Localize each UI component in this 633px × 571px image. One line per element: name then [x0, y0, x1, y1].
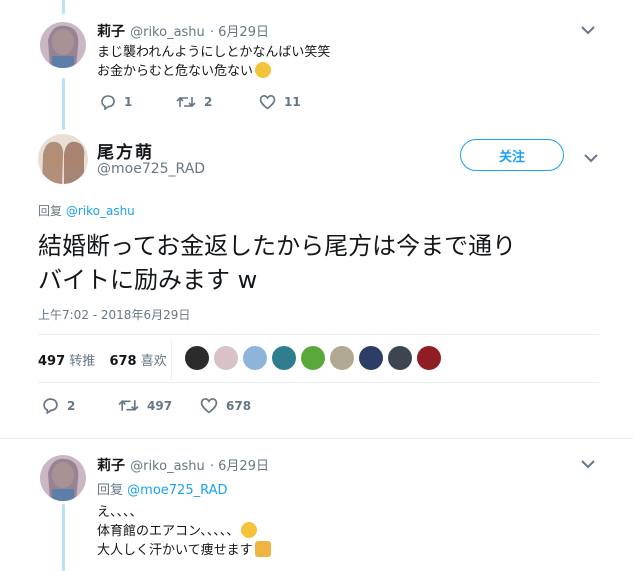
user-name[interactable]: 莉子 — [97, 458, 125, 474]
tweet-text-line: お金からむと危ない危ない — [97, 62, 330, 81]
reply-to-context: 回复 @riko_ashu — [38, 202, 135, 219]
tweet-text-line: 結婚断ってお金返したから尾方は今まで通り — [38, 232, 517, 260]
reply-to-label: 回复 — [38, 204, 63, 218]
heart-icon — [200, 398, 218, 414]
avatar-image — [40, 455, 86, 501]
engager-avatar[interactable] — [185, 346, 209, 370]
retweet-stat-label: 转推 — [69, 354, 96, 369]
user-handle[interactable]: @riko_ashu — [130, 459, 205, 474]
tweet-date[interactable]: · 6月29日 — [210, 459, 269, 474]
reply-button[interactable]: 2 — [42, 397, 75, 414]
tweet-text-line: 体育館のエアコン、、、、、 — [97, 522, 271, 541]
tweet-timestamp[interactable]: 上午7:02 - 2018年6月29日 — [38, 306, 190, 323]
like-stat[interactable]: 678 喜欢 — [109, 354, 166, 369]
thread-line-top — [62, 0, 65, 14]
main-tweet-text: 結婚断ってお金返したから尾方は今まで通り バイトに励みます w — [38, 229, 516, 297]
reply-icon — [101, 95, 115, 110]
engager-avatar[interactable] — [330, 346, 354, 370]
heart-icon — [259, 94, 276, 110]
sad-sweat-face-emoji — [241, 522, 258, 538]
reply-button[interactable]: 1 — [100, 94, 132, 110]
retweet-icon — [176, 96, 196, 108]
main-user-name[interactable]: 尾方萌 — [97, 138, 154, 163]
engager-avatar[interactable] — [388, 346, 412, 370]
avatar[interactable] — [40, 455, 86, 501]
reply-to-label: 回复 — [97, 483, 124, 498]
thread-line-3 — [62, 504, 65, 571]
engager-avatar[interactable] — [243, 346, 267, 370]
tweet-text-line: まじ襲われんようにしとかなんばい笑笑 — [97, 45, 331, 60]
tweet-text-line: 大人しく汗かいて痩せます — [97, 541, 271, 560]
user-handle[interactable]: @riko_ashu — [130, 25, 205, 40]
grimacing-face-emoji — [255, 62, 272, 78]
avatar-image — [38, 134, 88, 184]
divider — [38, 334, 598, 335]
people-emoji — [254, 541, 271, 557]
retweet-stat-count: 497 — [38, 354, 66, 369]
follow-button[interactable]: 关注 — [460, 139, 564, 171]
avatar-image — [40, 22, 86, 68]
like-stat-count: 678 — [109, 354, 137, 369]
tweet1-text: まじ襲われんようにしとかなんばい笑笑 お金からむと危ない危ない — [97, 44, 330, 81]
tweet-date[interactable]: · 6月29日 — [210, 25, 269, 40]
like-count: 678 — [226, 398, 252, 413]
chevron-down-icon[interactable] — [583, 153, 599, 163]
divider — [0, 438, 633, 439]
engager-avatar[interactable] — [417, 346, 441, 370]
tweet-text-line: え、、、、 — [97, 505, 143, 520]
engager-avatar[interactable] — [359, 346, 383, 370]
tweet3-header: 莉子 @riko_ashu · 6月29日 — [97, 455, 269, 475]
reply-to-handle[interactable]: @riko_ashu — [66, 204, 135, 218]
reply-to-handle[interactable]: @moe725_RAD — [127, 483, 227, 498]
reply-count: 1 — [124, 95, 133, 109]
stats-separator — [171, 340, 172, 380]
tweet3-text: え、、、、 体育館のエアコン、、、、、 大人しく汗かいて痩せます — [97, 503, 271, 560]
like-count: 11 — [284, 95, 301, 109]
avatar[interactable] — [40, 22, 86, 68]
chevron-down-icon[interactable] — [580, 459, 596, 469]
retweet-count: 497 — [147, 398, 173, 413]
retweet-icon — [118, 400, 139, 411]
main-user-handle[interactable]: @moe725_RAD — [97, 161, 205, 177]
retweet-count: 2 — [204, 95, 213, 109]
user-name[interactable]: 莉子 — [97, 24, 125, 40]
chevron-down-icon[interactable] — [580, 25, 596, 35]
retweet-button[interactable]: 2 — [176, 94, 212, 110]
tweet1-header: 莉子 @riko_ashu · 6月29日 — [97, 21, 269, 41]
stats-row: 497 转推 678 喜欢 — [38, 350, 167, 369]
like-button[interactable]: 678 — [200, 397, 251, 414]
like-stat-label: 喜欢 — [140, 354, 167, 369]
engager-avatar[interactable] — [272, 346, 296, 370]
like-button[interactable]: 11 — [259, 94, 301, 110]
engager-avatar[interactable] — [301, 346, 325, 370]
engager-avatar[interactable] — [214, 346, 238, 370]
retweet-stat[interactable]: 497 转推 — [38, 354, 99, 369]
avatar[interactable] — [38, 134, 88, 184]
divider — [38, 382, 598, 383]
reply-count: 2 — [67, 398, 76, 413]
reply-to-context: 回复 @moe725_RAD — [97, 479, 228, 498]
thread-line-1 — [62, 78, 65, 130]
retweet-button[interactable]: 497 — [118, 397, 172, 414]
tweet-text-line: バイトに励みます w — [38, 266, 258, 294]
reply-icon — [43, 398, 58, 414]
